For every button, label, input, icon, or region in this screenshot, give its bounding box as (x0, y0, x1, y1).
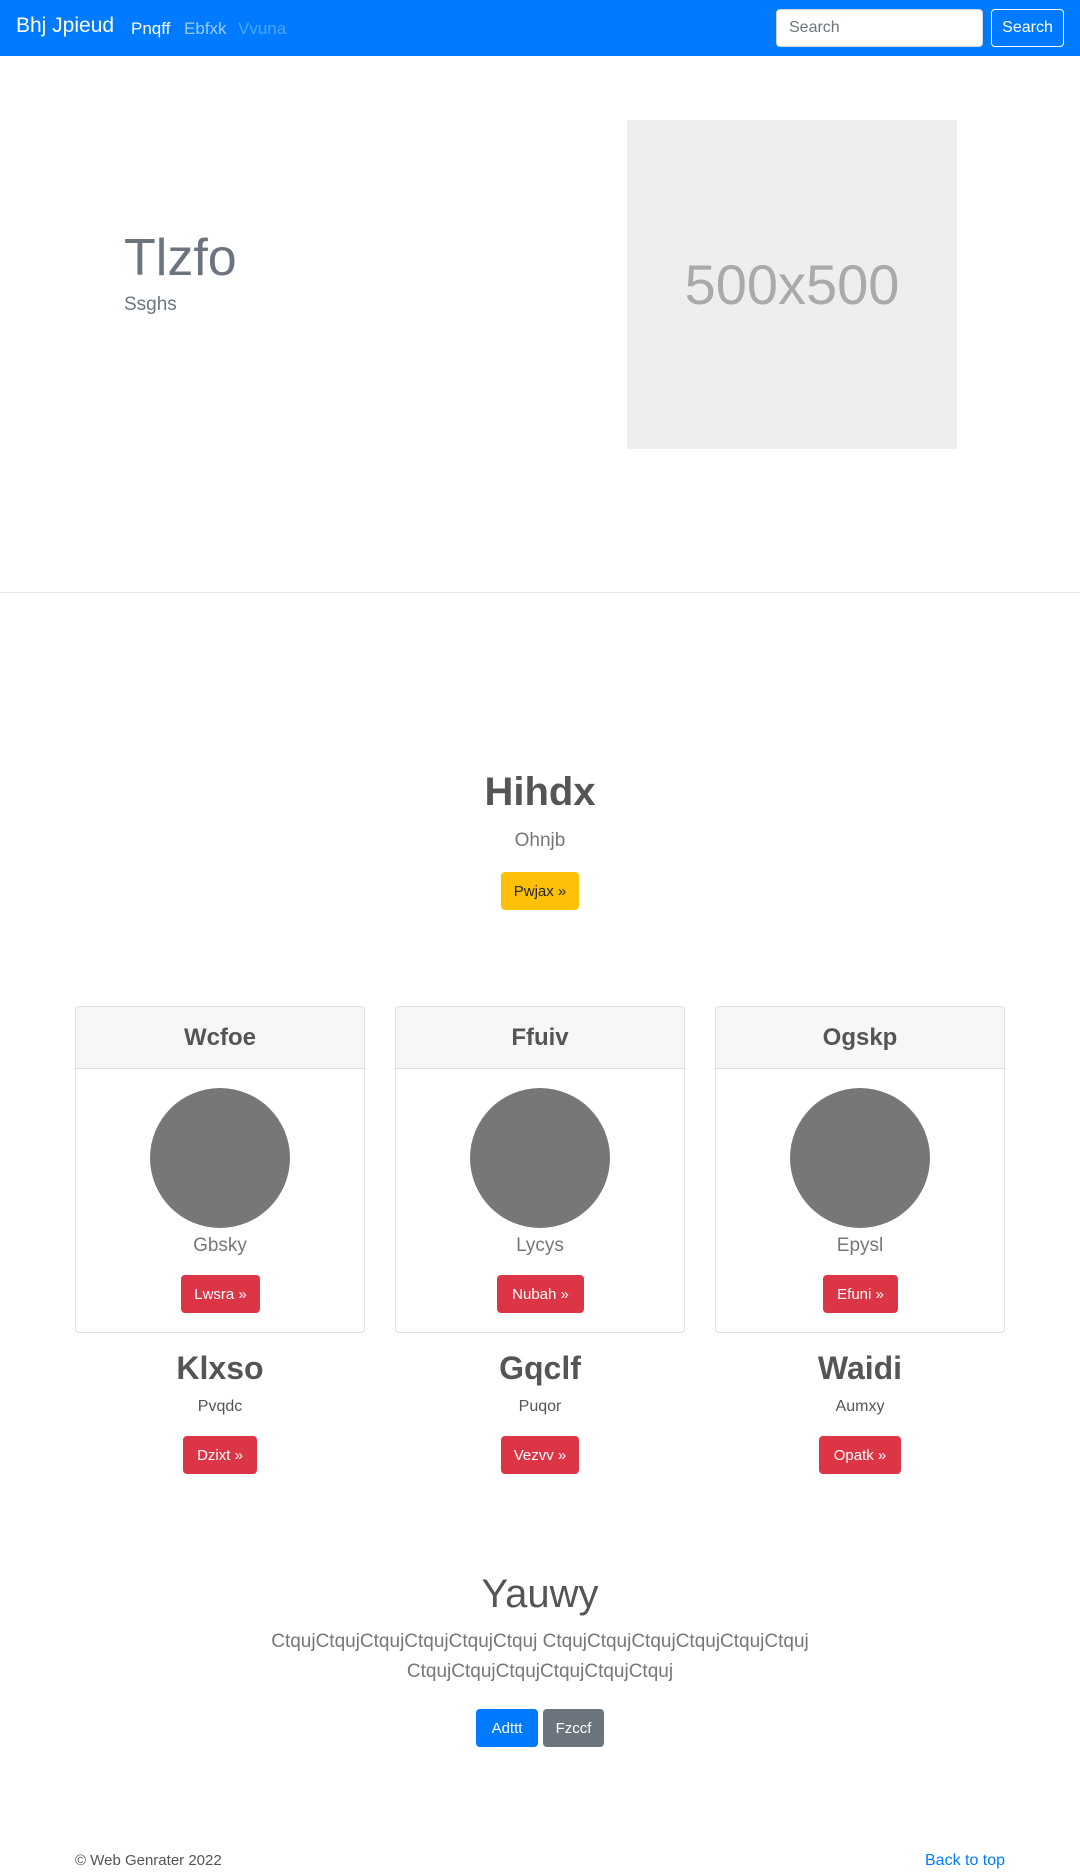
jumbotron-title: Yauwy (481, 1572, 599, 1616)
section-divider (0, 592, 1080, 593)
card-text: Lycys (516, 1235, 564, 1256)
hero-image-placeholder: 500x500 (627, 120, 957, 449)
card-wcfoe: Wcfoe Gbsky Lwsra » (75, 1006, 365, 1333)
block-title: Klxso (176, 1350, 264, 1386)
avatar (150, 1088, 290, 1228)
card-ogskp: Ogskp Epysl Efuni » (715, 1006, 1005, 1333)
block-title: Gqclf (499, 1350, 581, 1386)
back-to-top-link[interactable]: Back to top (925, 1852, 1005, 1870)
card-header: Ogskp (716, 1007, 1004, 1069)
hero-title: Tlzfo (124, 229, 237, 287)
block-button-opatk[interactable]: Opatk » (819, 1436, 901, 1474)
block-button-dzixt[interactable]: Dzixt » (183, 1436, 257, 1474)
block-text: Pvqdc (197, 1398, 243, 1415)
jumbotron-text: CtqujCtqujCtqujCtqujCtqujCtquj CtqujCtqu… (271, 1631, 809, 1682)
navbar-brand[interactable]: Bhj Jpieud (16, 14, 114, 38)
feature-title: Hihdx (484, 770, 596, 814)
nav-link-pnqff[interactable]: Pnqff (131, 19, 170, 39)
feature-button[interactable]: Pwjax » (501, 872, 579, 910)
navbar: Bhj Jpieud Pnqff Ebfxk Vvuna Search (0, 0, 1080, 56)
card-button-efuni[interactable]: Efuni » (823, 1275, 898, 1313)
block-text: Aumxy (835, 1398, 885, 1415)
hero-subtitle: Ssghs (124, 294, 177, 315)
block-text: Puqor (518, 1398, 562, 1415)
nav-link-vvuna[interactable]: Vvuna (238, 19, 286, 39)
search-button[interactable]: Search (991, 9, 1064, 47)
hero-image-label: 500x500 (684, 253, 900, 316)
footer-copyright: © Web Genrater 2022 (75, 1852, 222, 1869)
card-header: Wcfoe (76, 1007, 364, 1069)
block-button-vezvv[interactable]: Vezvv » (501, 1436, 579, 1474)
nav-link-ebfxk[interactable]: Ebfxk (184, 19, 227, 39)
card-header: Ffuiv (396, 1007, 684, 1069)
secondary-button[interactable]: Fzccf (543, 1709, 604, 1747)
block-title: Waidi (817, 1350, 903, 1386)
search-input[interactable] (776, 9, 983, 47)
primary-button[interactable]: Adttt (476, 1709, 538, 1747)
feature-subtitle: Ohnjb (514, 830, 566, 851)
card-text: Epysl (836, 1235, 884, 1256)
card-ffuiv: Ffuiv Lycys Nubah » (395, 1006, 685, 1333)
card-button-nubah[interactable]: Nubah » (497, 1275, 584, 1313)
card-button-lwsra[interactable]: Lwsra » (181, 1275, 260, 1313)
card-text: Gbsky (193, 1235, 247, 1256)
avatar (790, 1088, 930, 1228)
avatar (470, 1088, 610, 1228)
